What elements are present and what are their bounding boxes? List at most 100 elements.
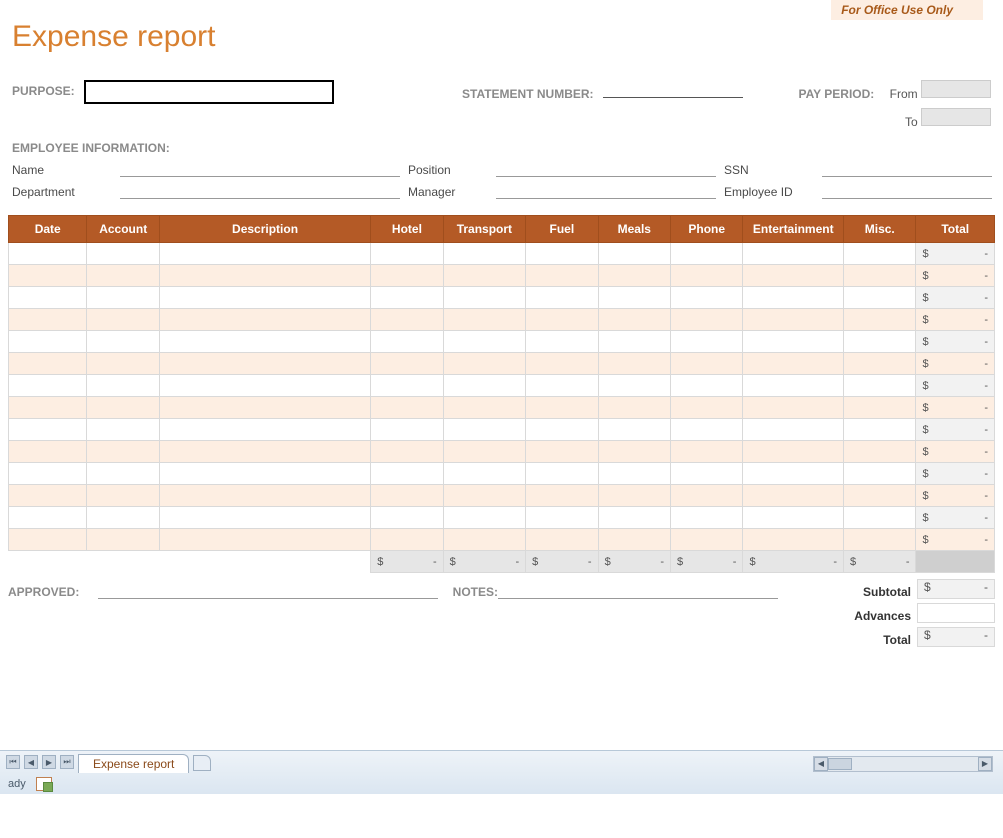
table-cell[interactable] bbox=[743, 529, 844, 551]
table-cell[interactable] bbox=[743, 243, 844, 265]
table-cell[interactable] bbox=[371, 397, 443, 419]
table-cell[interactable] bbox=[526, 243, 598, 265]
table-cell[interactable] bbox=[598, 397, 670, 419]
table-cell[interactable] bbox=[526, 287, 598, 309]
table-cell[interactable] bbox=[598, 265, 670, 287]
table-cell[interactable] bbox=[743, 331, 844, 353]
purpose-input[interactable] bbox=[84, 80, 334, 104]
table-cell[interactable] bbox=[526, 529, 598, 551]
table-cell[interactable] bbox=[743, 419, 844, 441]
table-cell[interactable] bbox=[9, 265, 87, 287]
table-cell[interactable] bbox=[671, 309, 743, 331]
table-cell[interactable] bbox=[371, 331, 443, 353]
table-cell[interactable] bbox=[159, 243, 370, 265]
table-cell[interactable] bbox=[371, 243, 443, 265]
table-cell[interactable] bbox=[443, 243, 526, 265]
table-cell[interactable] bbox=[443, 309, 526, 331]
table-cell[interactable] bbox=[526, 441, 598, 463]
table-cell[interactable] bbox=[844, 309, 916, 331]
table-cell[interactable] bbox=[371, 485, 443, 507]
table-cell[interactable] bbox=[526, 375, 598, 397]
notes-input[interactable] bbox=[498, 581, 778, 599]
sheet-nav-next[interactable]: ▶ bbox=[42, 755, 56, 769]
table-cell[interactable] bbox=[671, 441, 743, 463]
sheet-tab-expense-report[interactable]: Expense report bbox=[78, 754, 189, 773]
table-cell[interactable] bbox=[598, 287, 670, 309]
table-cell[interactable] bbox=[743, 287, 844, 309]
table-cell[interactable] bbox=[844, 243, 916, 265]
table-cell[interactable] bbox=[159, 485, 370, 507]
table-cell[interactable] bbox=[443, 331, 526, 353]
table-cell[interactable] bbox=[159, 441, 370, 463]
table-cell[interactable] bbox=[598, 507, 670, 529]
table-cell[interactable] bbox=[9, 529, 87, 551]
table-cell[interactable] bbox=[371, 375, 443, 397]
table-cell[interactable] bbox=[598, 375, 670, 397]
table-cell[interactable] bbox=[87, 331, 159, 353]
table-cell[interactable] bbox=[159, 419, 370, 441]
employee-id-input[interactable] bbox=[822, 181, 992, 199]
table-cell[interactable] bbox=[443, 287, 526, 309]
table-cell[interactable] bbox=[598, 353, 670, 375]
table-cell[interactable] bbox=[9, 419, 87, 441]
table-cell[interactable] bbox=[87, 375, 159, 397]
table-cell[interactable] bbox=[87, 309, 159, 331]
table-cell[interactable] bbox=[526, 397, 598, 419]
table-cell[interactable] bbox=[526, 309, 598, 331]
table-cell[interactable] bbox=[159, 397, 370, 419]
table-cell[interactable] bbox=[743, 463, 844, 485]
table-cell[interactable] bbox=[598, 419, 670, 441]
table-cell[interactable] bbox=[598, 529, 670, 551]
new-sheet-tab[interactable] bbox=[193, 755, 211, 771]
table-cell[interactable] bbox=[526, 331, 598, 353]
table-cell[interactable] bbox=[371, 507, 443, 529]
table-cell[interactable] bbox=[371, 353, 443, 375]
table-cell[interactable] bbox=[671, 419, 743, 441]
table-cell[interactable] bbox=[743, 441, 844, 463]
table-cell[interactable] bbox=[671, 243, 743, 265]
table-cell[interactable] bbox=[743, 375, 844, 397]
table-cell[interactable] bbox=[371, 441, 443, 463]
table-cell[interactable] bbox=[443, 463, 526, 485]
table-cell[interactable] bbox=[671, 463, 743, 485]
table-cell[interactable] bbox=[87, 463, 159, 485]
table-cell[interactable] bbox=[9, 309, 87, 331]
table-cell[interactable] bbox=[671, 485, 743, 507]
table-cell[interactable] bbox=[9, 507, 87, 529]
table-cell[interactable] bbox=[844, 529, 916, 551]
ssn-input[interactable] bbox=[822, 159, 992, 177]
table-cell[interactable] bbox=[526, 485, 598, 507]
horizontal-scrollbar[interactable]: ◀ ▶ bbox=[813, 756, 993, 772]
table-cell[interactable] bbox=[9, 287, 87, 309]
table-cell[interactable] bbox=[159, 529, 370, 551]
table-cell[interactable] bbox=[443, 485, 526, 507]
table-cell[interactable] bbox=[9, 331, 87, 353]
pay-period-to-input[interactable] bbox=[921, 108, 991, 126]
table-cell[interactable] bbox=[159, 353, 370, 375]
table-cell[interactable] bbox=[87, 529, 159, 551]
table-cell[interactable] bbox=[844, 441, 916, 463]
table-cell[interactable] bbox=[526, 353, 598, 375]
position-input[interactable] bbox=[496, 159, 716, 177]
table-cell[interactable] bbox=[743, 485, 844, 507]
table-cell[interactable] bbox=[371, 419, 443, 441]
sheet-nav-first[interactable]: ⏮ bbox=[6, 755, 20, 769]
table-cell[interactable] bbox=[9, 397, 87, 419]
advances-value[interactable] bbox=[917, 603, 995, 623]
table-cell[interactable] bbox=[598, 485, 670, 507]
table-cell[interactable] bbox=[743, 353, 844, 375]
table-cell[interactable] bbox=[87, 441, 159, 463]
table-cell[interactable] bbox=[671, 375, 743, 397]
scroll-thumb[interactable] bbox=[828, 758, 852, 770]
name-input[interactable] bbox=[120, 159, 400, 177]
table-cell[interactable] bbox=[371, 287, 443, 309]
table-cell[interactable] bbox=[159, 463, 370, 485]
table-cell[interactable] bbox=[443, 441, 526, 463]
table-cell[interactable] bbox=[9, 485, 87, 507]
table-cell[interactable] bbox=[671, 397, 743, 419]
table-cell[interactable] bbox=[443, 507, 526, 529]
table-cell[interactable] bbox=[844, 287, 916, 309]
table-cell[interactable] bbox=[844, 463, 916, 485]
table-cell[interactable] bbox=[526, 507, 598, 529]
table-cell[interactable] bbox=[598, 441, 670, 463]
